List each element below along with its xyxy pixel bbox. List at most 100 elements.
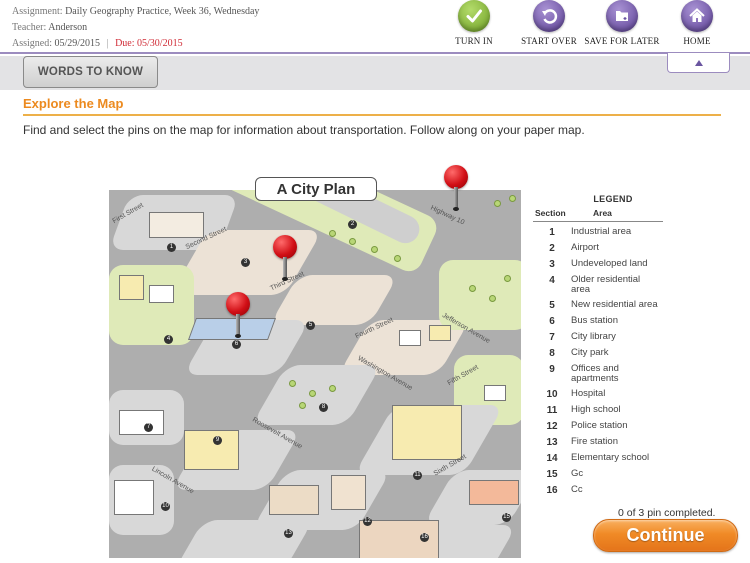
dates-line: Assigned: 05/29/2015 | Due: 05/30/2015 bbox=[12, 36, 259, 52]
words-to-know-button[interactable]: WORDS TO KNOW bbox=[23, 56, 158, 88]
map-pin-third-street[interactable] bbox=[273, 235, 299, 283]
sixth-street-building bbox=[469, 480, 519, 505]
tree bbox=[329, 385, 336, 392]
fire-station-building bbox=[269, 485, 319, 515]
library-building bbox=[119, 410, 164, 435]
tree bbox=[489, 295, 496, 302]
house bbox=[484, 385, 506, 401]
section-number: 8 bbox=[319, 403, 328, 412]
continue-button[interactable]: Continue bbox=[593, 519, 738, 552]
save-for-later-label: SAVE FOR LATER bbox=[584, 36, 660, 46]
pin-head bbox=[273, 235, 297, 259]
legend-section-number: 11 bbox=[546, 405, 558, 416]
tree bbox=[329, 230, 336, 237]
legend-area-name: Elementary school bbox=[571, 452, 650, 463]
assigned-date: 05/29/2015 bbox=[54, 38, 101, 49]
assigned-label: Assigned: bbox=[12, 38, 52, 49]
legend-area-name: City park bbox=[571, 347, 609, 358]
legend-row: 13 Fire station bbox=[533, 436, 663, 449]
section-number: 9 bbox=[213, 436, 222, 445]
legend-title: LEGEND bbox=[593, 194, 633, 204]
legend-area-name: Airport bbox=[571, 242, 599, 253]
legend-row: 12 Police station bbox=[533, 421, 663, 433]
turn-in-button[interactable]: TURN IN bbox=[434, 0, 514, 46]
house bbox=[119, 275, 144, 300]
high-school-building bbox=[392, 405, 462, 460]
save-for-later-button[interactable]: SAVE FOR LATER bbox=[582, 0, 662, 46]
legend-section-number: 12 bbox=[546, 421, 558, 432]
legend-header: Section Area bbox=[533, 208, 663, 222]
legend-row: 8 City park bbox=[533, 347, 663, 360]
city-map: 1 2 3 4 5 6 7 8 9 10 11 12 13 14 15 16 F… bbox=[109, 190, 521, 558]
assignment-label: Assignment: bbox=[12, 6, 63, 17]
legend-area-name: Older residential area bbox=[571, 274, 641, 295]
legend-area-name: New residential area bbox=[571, 299, 658, 310]
legend-section-number: 7 bbox=[549, 332, 555, 343]
legend-section-number: 1 bbox=[549, 227, 555, 238]
map-legend: LEGEND Section Area 1 Industrial area 2 Air… bbox=[533, 194, 663, 496]
offices-building bbox=[184, 430, 239, 470]
house bbox=[429, 325, 451, 341]
map-pin-bus-station[interactable] bbox=[226, 292, 252, 340]
police-station-building bbox=[331, 475, 366, 510]
tree bbox=[504, 275, 511, 282]
tree bbox=[509, 195, 516, 202]
legend-row: 15 Gc bbox=[533, 469, 663, 481]
legend-col-section: Section bbox=[535, 208, 566, 218]
tree bbox=[394, 255, 401, 262]
tree bbox=[309, 390, 316, 397]
hospital-building bbox=[114, 480, 154, 515]
legend-row: 5 New residential area bbox=[533, 299, 663, 312]
assignment-value: Daily Geography Practice, Week 36, Wedne… bbox=[65, 6, 260, 17]
home-button[interactable]: HOME bbox=[657, 0, 737, 46]
section-number: 1 bbox=[167, 243, 176, 252]
pin-tip bbox=[235, 334, 241, 338]
turn-in-label: TURN IN bbox=[455, 36, 493, 46]
pin-stem bbox=[283, 257, 287, 279]
map-pin-highway[interactable] bbox=[444, 165, 470, 213]
start-over-button[interactable]: START OVER bbox=[509, 0, 589, 46]
legend-section-number: 6 bbox=[549, 316, 555, 327]
tree bbox=[349, 238, 356, 245]
legend-row: 11 High school bbox=[533, 404, 663, 417]
tree bbox=[494, 200, 501, 207]
section-title: Explore the Map bbox=[23, 96, 124, 111]
legend-area-name: Undeveloped land bbox=[571, 258, 648, 269]
tree bbox=[469, 285, 476, 292]
legend-section-number: 4 bbox=[549, 275, 555, 286]
section-number: 10 bbox=[161, 502, 170, 511]
section-number: 4 bbox=[164, 335, 173, 344]
legend-row: 16 Cc bbox=[533, 485, 663, 497]
legend-area-name: Industrial area bbox=[571, 226, 632, 237]
teacher-line: Teacher: Anderson bbox=[12, 20, 259, 36]
checkmark-icon bbox=[458, 0, 490, 32]
legend-area-name: City library bbox=[571, 331, 616, 342]
pin-head bbox=[444, 165, 468, 189]
legend-row: 1 Industrial area bbox=[533, 226, 663, 239]
legend-area-name: Offices and apartments bbox=[571, 363, 619, 384]
section-number: 7 bbox=[144, 423, 153, 432]
section-divider bbox=[23, 114, 721, 116]
section-number: 13 bbox=[284, 529, 293, 538]
legend-row: 7 City library bbox=[533, 331, 663, 344]
due-label: Due: bbox=[115, 38, 135, 49]
legend-col-area: Area bbox=[593, 208, 612, 218]
section-number: 6 bbox=[232, 340, 241, 349]
legend-section-number: 13 bbox=[546, 437, 558, 448]
factory-building bbox=[149, 212, 204, 238]
legend-row: 6 Bus station bbox=[533, 316, 663, 328]
legend-area-name: High school bbox=[571, 404, 621, 415]
header: Assignment: Daily Geography Practice, We… bbox=[0, 0, 750, 54]
start-over-label: START OVER bbox=[521, 36, 577, 46]
teacher-label: Teacher: bbox=[12, 22, 47, 33]
home-icon bbox=[681, 0, 713, 32]
teacher-value: Anderson bbox=[48, 22, 88, 33]
legend-area-name: Fire station bbox=[571, 436, 618, 447]
tree bbox=[299, 402, 306, 409]
legend-row: 4 Older residential area bbox=[533, 275, 663, 295]
section-number: 3 bbox=[241, 258, 250, 267]
separator: | bbox=[106, 38, 109, 49]
section-number: 15 bbox=[502, 513, 511, 522]
pin-stem bbox=[236, 314, 240, 336]
house bbox=[149, 285, 174, 303]
